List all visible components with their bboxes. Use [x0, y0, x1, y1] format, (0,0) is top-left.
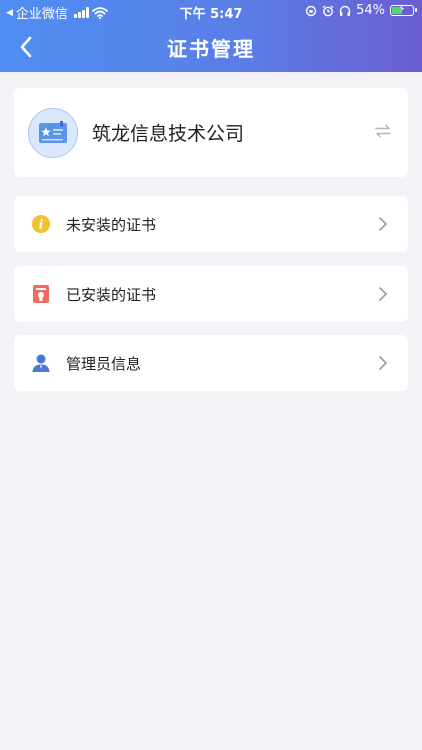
switch-company-button[interactable] — [375, 123, 391, 142]
battery-percent: 54% — [356, 3, 385, 18]
carrier-label: 企业微信 — [15, 7, 68, 22]
company-card[interactable]: 筑龙信息技术公司 — [14, 88, 408, 177]
chevron-left-icon — [20, 36, 32, 58]
menu-item-uninstalled-certificates[interactable]: i 未安装的证书 — [14, 196, 408, 252]
signal-icon — [73, 7, 89, 18]
chevron-right-icon — [378, 355, 388, 375]
charging-bolt-icon: ⚡ — [398, 4, 406, 15]
menu-item-admin-info[interactable]: 管理员信息 — [14, 335, 408, 391]
user-icon — [31, 353, 51, 373]
status-left: ◀ 企业微信 — [6, 3, 108, 22]
chevron-right-icon — [378, 216, 388, 236]
company-name: 筑龙信息技术公司 — [92, 123, 245, 145]
status-right: 54% ⚡ — [305, 3, 417, 18]
battery-icon: ⚡ — [390, 4, 417, 16]
page-title: 证书管理 — [167, 37, 255, 61]
certificate-card-icon — [39, 121, 67, 143]
menu-item-label: 管理员信息 — [66, 355, 142, 373]
alarm-icon — [322, 4, 334, 16]
menu-item-label: 未安装的证书 — [66, 216, 157, 234]
menu-item-installed-certificates[interactable]: 已安装的证书 — [14, 266, 408, 322]
wifi-icon — [92, 6, 108, 19]
menu-item-label: 已安装的证书 — [66, 286, 157, 304]
rotation-lock-icon — [305, 5, 317, 16]
svg-text:i: i — [39, 218, 44, 232]
headphones-icon — [339, 5, 351, 16]
swap-arrows-icon — [375, 124, 391, 138]
chevron-right-icon — [378, 286, 388, 306]
back-button[interactable] — [12, 33, 40, 61]
header: ◀ 企业微信 下午 5:47 54% ⚡ 证书管理 — [0, 0, 422, 72]
certificate-box-icon — [31, 284, 51, 304]
info-circle-icon: i — [31, 214, 51, 234]
status-bar: ◀ 企业微信 下午 5:47 54% ⚡ — [0, 0, 422, 22]
back-to-app-icon[interactable]: ◀ — [6, 8, 13, 18]
company-avatar — [28, 108, 78, 158]
